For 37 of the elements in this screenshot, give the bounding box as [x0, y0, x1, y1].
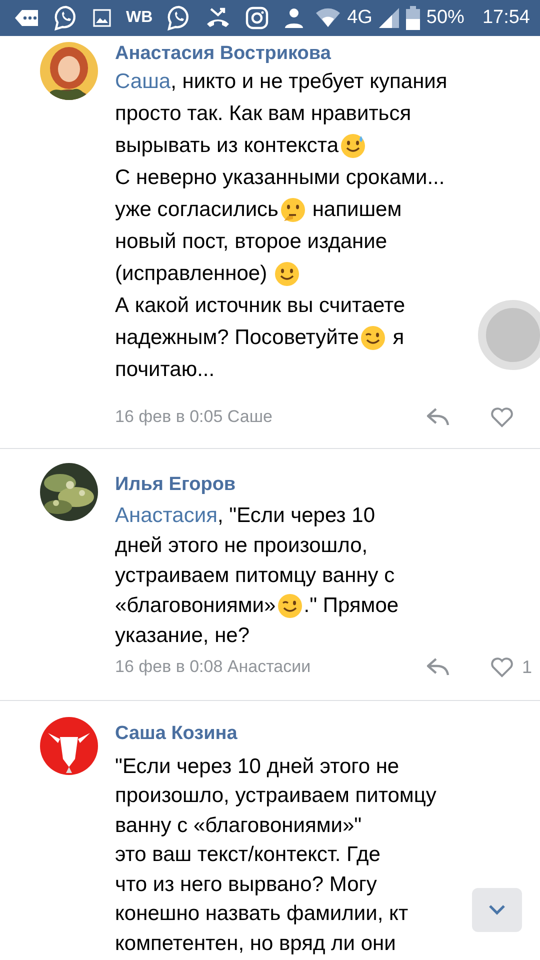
scroll-down-button[interactable]	[472, 888, 522, 932]
smiley-icon	[274, 261, 300, 287]
chat-phone-icon	[166, 5, 191, 31]
battery-level: 50%	[426, 7, 464, 29]
like-count: 1	[522, 656, 532, 678]
heart-icon[interactable]	[490, 406, 514, 428]
reply-icon[interactable]	[426, 407, 450, 427]
signal-icon	[378, 7, 400, 29]
notification-dots-icon	[14, 8, 40, 28]
wifi-icon	[315, 8, 342, 28]
wink-icon	[360, 325, 386, 351]
reply-icon[interactable]	[426, 657, 450, 677]
author-name[interactable]: Саша Козина	[115, 722, 238, 746]
person-icon	[282, 7, 305, 29]
phone-bubble-icon	[54, 5, 78, 31]
clock: 17:54	[482, 7, 530, 29]
comment-text: Саша, никто и не требует купания просто так. Как вам нравиться вырывать из контекста С неверно указанными сроками... уже согласились напишем новый пост, второе издание (исправленное) А какой источник вы считаете надежным? Посоветуйте я почитаю...	[115, 69, 448, 383]
status-label: WB	[126, 9, 153, 27]
network-type: 4G	[347, 7, 372, 29]
author-name[interactable]: Илья Егоров	[115, 473, 236, 497]
author-name[interactable]: Анастасия Вострикова	[115, 42, 331, 66]
chevron-down-icon	[488, 904, 506, 916]
heart-icon[interactable]	[490, 656, 514, 678]
comment-text: "Если через 10 дней этого не произошло, устраиваем питомцу ванну с «благовониями»" это ваш текст/контекст. Где что из него вырвано? Могу конешно назвать фамилии, кт компетентен, но вряд ли они	[115, 754, 436, 957]
floating-button[interactable]	[478, 300, 540, 370]
mention-link[interactable]: Анастасия	[115, 504, 218, 528]
image-icon	[92, 8, 112, 28]
thinking-face-icon	[280, 197, 306, 223]
battery-icon	[406, 6, 420, 30]
comment-date: 16 фев в 0:05 Саше	[115, 407, 274, 427]
sweat-smile-icon	[340, 133, 366, 159]
comment-date: 16 фев в 0:08 Анастасии	[115, 657, 312, 677]
wink-icon	[276, 593, 303, 619]
camera-icon	[244, 6, 269, 30]
comment-text: Анастасия, "Если через 10 дней этого не произошло, устраиваем питомцу ванну с «благовониями» ." Прямое указание, не?	[115, 503, 399, 649]
mention-link[interactable]: Саша	[115, 70, 171, 94]
missed-call-icon	[204, 6, 231, 30]
